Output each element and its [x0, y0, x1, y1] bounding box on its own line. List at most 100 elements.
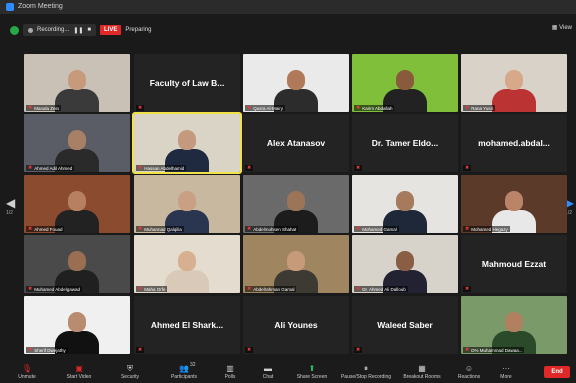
participant-name-label: ✖ Manala Zein	[26, 105, 61, 111]
mic-muted-icon: ✖	[28, 226, 33, 232]
participant-name-display: Alex Atanasov	[266, 138, 326, 148]
live-badge[interactable]: LIVE	[100, 25, 122, 35]
mic-muted-icon: ✖	[356, 347, 361, 353]
participant-name: Mohamed Hegazy	[471, 226, 508, 232]
participant-name-display: Ali Younes	[274, 320, 318, 330]
participants-icon: 👥	[179, 363, 189, 373]
grid-view-icon: ▦	[551, 25, 558, 31]
participant-tile[interactable]: ✖ Muhannad Qalqilia	[134, 175, 240, 233]
participant-name-display: mohamed.abdal...	[478, 138, 550, 148]
participant-name-label: ✖ Dr. Ahmed Ali Dalloub	[354, 286, 408, 292]
unmute-button[interactable]: 🎙 Unmute	[4, 360, 50, 383]
toolbar-label: More	[500, 373, 512, 380]
mic-muted-icon: ✖	[138, 347, 143, 353]
participant-tile[interactable]: Dr. Tamer Eldo... ✖	[352, 114, 458, 172]
video-off-icon: ▣	[75, 363, 83, 373]
participant-tile[interactable]: ✖ Mohamed Gamal	[352, 175, 458, 233]
end-meeting-button[interactable]: End	[544, 366, 570, 378]
share-screen-button[interactable]: ⬆ Share Screen	[292, 360, 332, 383]
participant-name-label: ✖ Mohamed Gamal	[354, 226, 399, 232]
participant-name-label: ✖	[463, 286, 472, 292]
participant-name: Dr. Ahmed Ali Dalloub	[362, 286, 406, 292]
participant-name: Maha Orfe	[144, 286, 166, 292]
participant-name-label: ✖ D% Muhammad Dawaa...	[463, 347, 525, 353]
participant-tile[interactable]: Alex Atanasov ✖	[243, 114, 349, 172]
participant-tile[interactable]: ✖ Rana Yusri	[461, 54, 567, 112]
participant-tile[interactable]: Waleed Saber ✖	[352, 296, 458, 354]
participant-name: Abdelrahman Gamal	[253, 286, 295, 292]
encryption-shield-icon[interactable]	[10, 25, 19, 35]
participant-name-display: Ahmed El Shark...	[150, 320, 224, 330]
participant-tile[interactable]: ✖ Sherif Dwejathy	[24, 296, 130, 354]
stop-icon[interactable]: ■	[87, 27, 91, 33]
participant-tile[interactable]: ✖ Mohamed Hegazy	[461, 175, 567, 233]
participant-name: Muhamed Abdelgawad	[34, 286, 80, 292]
participant-tile[interactable]: Mahmoud Ezzat ✖	[461, 235, 567, 293]
pause-icon[interactable]: ❚❚	[73, 27, 83, 34]
participant-tile[interactable]: ✖ Muhamed Abdelgawad	[24, 235, 130, 293]
participant-name-label: ✖ Hassan Abdelhamid	[136, 165, 187, 171]
meeting-status-bar: Recording... ❚❚ ■ LIVE Preparing	[0, 22, 576, 38]
participant-name: Mohamed Gamal	[362, 226, 397, 232]
chat-button[interactable]: ▬ Chat	[256, 360, 280, 383]
toolbar-label: Unmute	[18, 373, 36, 380]
participant-name-label: ✖	[136, 347, 145, 353]
participant-tile[interactable]: ✖ Manala Zein	[24, 54, 130, 112]
participant-tile[interactable]: ✖ Ahmed Fouad	[24, 175, 130, 233]
participant-video-figure	[55, 66, 99, 112]
participant-name: Rana Yusri	[471, 105, 494, 111]
participants-button[interactable]: 👥 32 Participants	[160, 360, 208, 383]
mic-muted-icon: ✖	[465, 105, 470, 111]
mic-muted-icon: ✖	[28, 165, 33, 171]
participant-tile[interactable]: ✖ D% Muhammad Dawaa...	[461, 296, 567, 354]
participant-tile[interactable]: ✖ Maha Orfe	[134, 235, 240, 293]
zoom-logo-icon	[6, 3, 14, 11]
participant-tile[interactable]: ✖ Karim Abdallah	[352, 54, 458, 112]
participant-name: Karim Abdallah	[362, 105, 393, 111]
participant-tile[interactable]: ✖ Hassan Abdelhamid	[132, 112, 242, 174]
toolbar-label: Polls	[224, 373, 236, 380]
recording-indicator[interactable]: Recording... ❚❚ ■	[23, 24, 97, 36]
more-button[interactable]: ··· More	[494, 360, 518, 383]
polls-button[interactable]: ▥ Polls	[216, 360, 244, 383]
shield-icon: ⛨	[127, 363, 133, 373]
participant-tile[interactable]: Ahmed El Shark... ✖	[134, 296, 240, 354]
participant-tile[interactable]: mohamed.abdal... ✖	[461, 114, 567, 172]
participant-name-label: ✖ Ahmed Fouad	[26, 226, 65, 232]
participant-tile[interactable]: Ali Younes ✖	[243, 296, 349, 354]
security-button[interactable]: ⛨ Security	[110, 360, 150, 383]
participant-name-label: ✖ Maha Orfe	[136, 286, 168, 292]
toolbar-label: Breakout Rooms	[403, 373, 441, 380]
participant-name-display: Faculty of Law B...	[149, 78, 225, 88]
mic-muted-icon: ✖	[247, 226, 252, 232]
meeting-toolbar: 🎙 Unmute ▣ Start Video ⛨ Security 👥 32 Participa…	[0, 360, 576, 383]
participant-name: Manala Zein	[34, 105, 59, 111]
more-icon: ···	[502, 363, 510, 373]
participant-name-label: ✖	[463, 165, 472, 171]
participant-tile[interactable]: ✖ Dr. Ahmed Ali Dalloub	[352, 235, 458, 293]
participant-name: Ahmed Fouad	[34, 226, 63, 232]
recording-label: Recording...	[37, 27, 70, 33]
mic-muted-icon: ✖	[465, 165, 470, 171]
previous-page-arrow-icon[interactable]: ◀	[6, 196, 15, 210]
mic-muted-icon: ✖	[28, 105, 33, 111]
recording-dot-icon	[28, 27, 33, 33]
participant-name-label: ✖ Karim Abdallah	[354, 105, 395, 111]
view-button[interactable]: ▦ View	[552, 24, 572, 31]
reactions-button[interactable]: ☺ Reactions	[452, 360, 486, 383]
participant-tile[interactable]: ✖ Abdelrahman Gamal	[243, 235, 349, 293]
breakout-rooms-button[interactable]: ▦ Breakout Rooms	[398, 360, 446, 383]
mic-muted-icon: ✖	[356, 105, 361, 111]
participant-tile[interactable]: ✖ Ahmed Adil Ahmed	[24, 114, 130, 172]
participant-tile[interactable]: ✖ Qusra Al-Mairy	[243, 54, 349, 112]
participant-name: Hassan Abdelhamid	[144, 165, 185, 171]
participant-name: Abdelmohsen Shahat	[253, 226, 297, 232]
toolbar-label: Share Screen	[296, 373, 328, 380]
start-video-button[interactable]: ▣ Start Video	[56, 360, 102, 383]
pause-stop-recording-button[interactable]: ⏸ Pause/Stop Recording	[340, 360, 392, 383]
mic-muted-icon: ✖	[247, 347, 252, 353]
mic-muted-icon: ✖	[465, 347, 470, 353]
participant-tile[interactable]: ✖ Abdelmohsen Shahat	[243, 175, 349, 233]
mic-muted-icon: ✖	[247, 286, 252, 292]
participant-tile[interactable]: Faculty of Law B... ✖	[134, 54, 240, 112]
